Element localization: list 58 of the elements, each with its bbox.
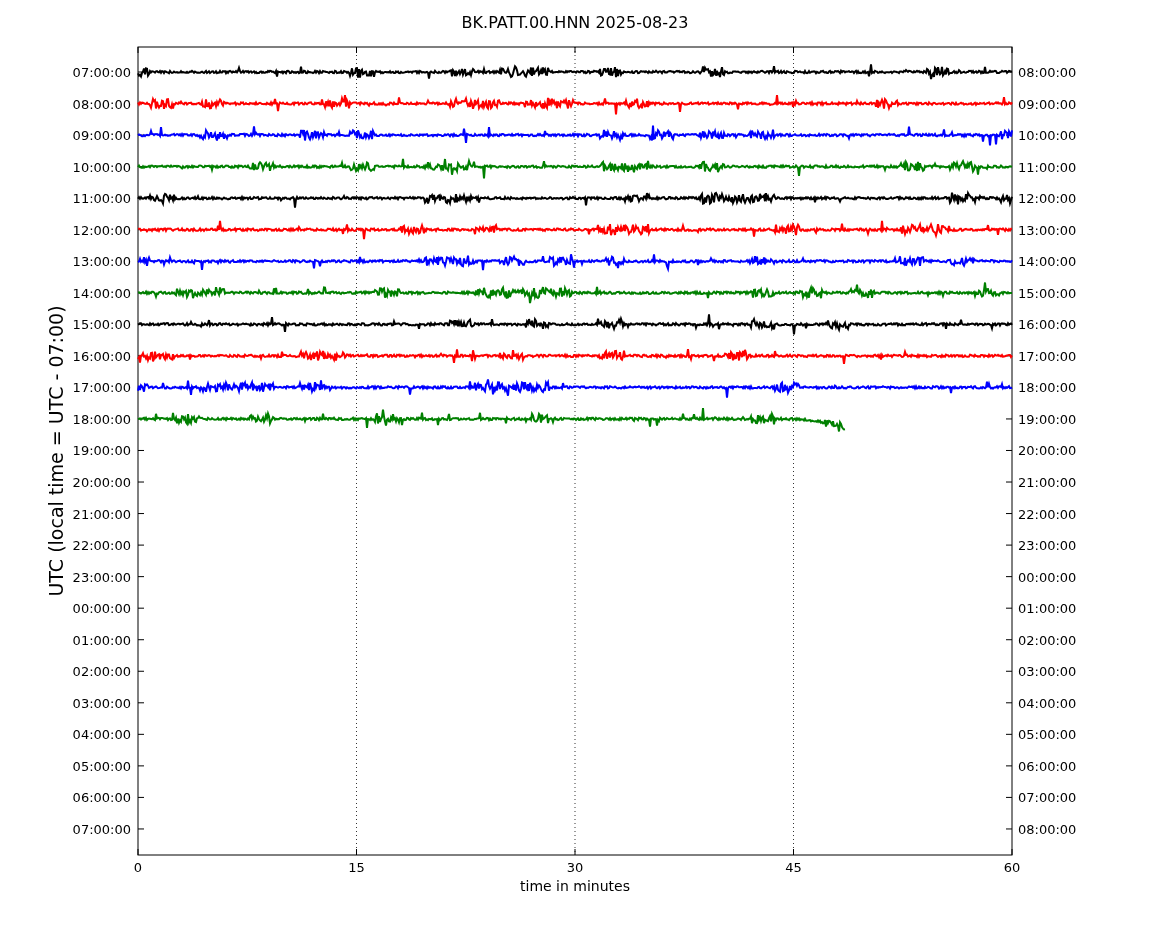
axis-tick-label: 03:00:00 [1018, 664, 1077, 680]
axis-tick-label: 14:00:00 [1018, 254, 1077, 270]
axis-tick-label: 12:00:00 [1018, 191, 1077, 207]
axis-tick-label: 19:00:00 [1018, 411, 1077, 427]
axis-tick-label: 07:00:00 [72, 821, 131, 837]
axis-tick-label: 04:00:00 [1018, 695, 1077, 711]
axis-tick-label: 00:00:00 [1018, 569, 1077, 585]
axis-tick-label: 17:00:00 [72, 380, 131, 396]
axis-tick-label: 11:00:00 [1018, 159, 1077, 175]
axis-tick-label: 19:00:00 [72, 443, 131, 459]
axis-tick-label: 23:00:00 [72, 569, 131, 585]
axis-tick-label: 11:00:00 [72, 191, 131, 207]
axis-tick-label: 05:00:00 [72, 758, 131, 774]
chart-title: BK.PATT.00.HNN 2025-08-23 [461, 13, 689, 32]
axis-tick-label: 05:00:00 [1018, 727, 1077, 743]
axis-tick-label: 15:00:00 [1018, 285, 1077, 301]
axis-tick-label: 18:00:00 [72, 411, 131, 427]
axis-tick-label: 07:00:00 [1018, 790, 1077, 806]
axis-tick-label: 21:00:00 [72, 506, 131, 522]
axis-tick-label: 09:00:00 [1018, 96, 1077, 112]
axis-tick-label: 21:00:00 [1018, 475, 1077, 490]
axis-tick-label: 0 [133, 860, 143, 875]
axis-tick-label: 20:00:00 [1018, 443, 1077, 459]
axis-tick-label: 07:00:00 [72, 65, 131, 80]
axis-tick-label: 01:00:00 [1018, 601, 1077, 617]
axis-tick-label: 02:00:00 [72, 664, 131, 680]
axis-tick-label: 08:00:00 [72, 96, 131, 112]
axis-tick-label: 15 [348, 860, 365, 875]
axis-tick-label: 10:00:00 [1018, 128, 1077, 144]
axis-tick-label: 16:00:00 [1018, 317, 1077, 333]
axis-tick-label: 13:00:00 [72, 254, 131, 270]
axis-tick-label: 06:00:00 [72, 790, 131, 806]
axis-tick-label: 08:00:00 [1018, 821, 1077, 837]
axis-tick-label: 09:00:00 [72, 128, 131, 144]
axis-tick-label: 30 [566, 860, 584, 875]
axis-tick-label: 01:00:00 [72, 632, 131, 648]
axis-tick-label: 00:00:00 [72, 601, 131, 617]
axis-tick-label: 23:00:00 [1018, 538, 1077, 554]
axis-tick-label: 04:00:00 [72, 727, 131, 743]
axis-title: time in minutes [520, 878, 630, 894]
axis-tick-label: 22:00:00 [1018, 506, 1077, 522]
axis-tick-label: 45 [785, 860, 802, 875]
axis-tick-label: 20:00:00 [72, 475, 131, 490]
axis-tick-label: 13:00:00 [1018, 222, 1077, 238]
axis-tick-label: 18:00:00 [1018, 380, 1077, 396]
axis-tick-label: 12:00:00 [72, 222, 131, 238]
axis-tick-label: 60 [1003, 860, 1021, 875]
axis-title: UTC (local time = UTC - 07:00) [45, 305, 67, 597]
axis-tick-label: 08:00:00 [1018, 65, 1077, 80]
axis-tick-label: 06:00:00 [1018, 758, 1077, 774]
axis-tick-label: 16:00:00 [72, 348, 131, 364]
axis-tick-label: 10:00:00 [72, 159, 131, 175]
axis-tick-label: 22:00:00 [72, 538, 131, 554]
axis-tick-label: 17:00:00 [1018, 348, 1077, 364]
axis-tick-label: 14:00:00 [72, 285, 131, 301]
axis-tick-label: 02:00:00 [1018, 632, 1077, 648]
axis-tick-label: 15:00:00 [72, 317, 131, 333]
axis-tick-label: 03:00:00 [72, 695, 131, 711]
